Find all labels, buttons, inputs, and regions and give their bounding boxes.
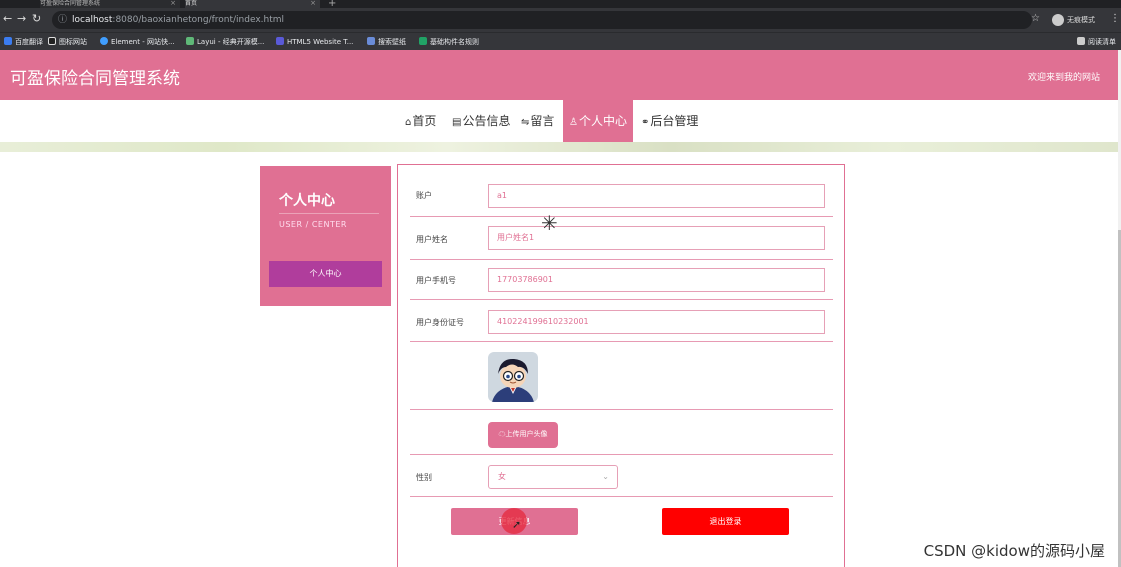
link-icon: ⚭: [641, 117, 650, 128]
url-host: localhost: [72, 15, 113, 25]
chevron-down-icon: ⌄: [602, 472, 609, 481]
banner-strip: [0, 142, 1118, 152]
bookmark-item[interactable]: Element - 网站快...: [100, 36, 175, 48]
forward-icon[interactable]: →: [17, 12, 26, 25]
home-icon: ⌂: [405, 117, 412, 128]
notice-icon: ▤: [452, 117, 462, 128]
menu-kebab-icon[interactable]: ⋮: [1110, 13, 1120, 24]
form-row-idcard: 用户身份证号 410224199610232001: [410, 300, 833, 342]
sidebar-subtitle: USER / CENTER: [279, 220, 347, 229]
url-path: :8080/baoxianhetong/front/index.html: [112, 15, 285, 25]
gender-label: 性别: [416, 473, 432, 482]
bookmark-item[interactable]: 图标网站: [48, 36, 87, 48]
phone-input[interactable]: 17703786901: [488, 268, 825, 292]
bookmarks-bar: 百度翻译 图标网站 Element - 网站快... Layui - 经典开源模…: [0, 32, 1121, 50]
reading-list[interactable]: 阅读清单: [1077, 36, 1116, 48]
cloud-upload-icon: ☁: [498, 431, 506, 438]
bookmark-item[interactable]: 百度翻译: [4, 36, 43, 48]
welcome-text: 欢迎来到我的网站: [1027, 73, 1100, 83]
avatar-icon: [1052, 14, 1064, 26]
phone-label: 用户手机号: [416, 276, 456, 285]
nav-home[interactable]: ⌂首页: [405, 100, 436, 142]
profile-form-card: 账户 a1 用户姓名 用户姓名1 用户手机号 17703786901 用户身份证…: [397, 164, 845, 567]
idcard-label: 用户身份证号: [416, 318, 464, 327]
bookmark-star-icon[interactable]: ☆: [1031, 13, 1040, 24]
nav-admin[interactable]: ⚭后台管理: [641, 100, 698, 142]
form-row-username: 用户姓名 用户姓名1: [410, 217, 833, 260]
gender-select[interactable]: 女 ⌄: [488, 465, 618, 489]
info-icon: ⓘ: [58, 15, 68, 25]
sidebar-item-personal-center[interactable]: 个人中心: [269, 261, 382, 287]
logout-button[interactable]: 退出登录: [662, 508, 789, 535]
bookmark-item[interactable]: Layui - 经典开源模...: [186, 36, 264, 48]
nav-messages[interactable]: ⇋留言: [521, 100, 554, 142]
url-field[interactable]: ⓘ localhost:8080/baoxianhetong/front/inde…: [52, 11, 1032, 29]
mouse-cursor-icon: ➚: [512, 518, 522, 531]
form-row-gender: 性别 女 ⌄: [410, 455, 833, 497]
tab-close-icon[interactable]: ×: [310, 0, 316, 7]
profile-label: 无痕模式: [1067, 16, 1095, 24]
idcard-input[interactable]: 410224199610232001: [488, 310, 825, 334]
bookmark-item[interactable]: 搜索壁纸: [367, 36, 406, 48]
main-nav: ⌂首页 ▤公告信息 ⇋留言 ♙个人中心 ⚭后台管理: [0, 100, 1118, 142]
browser-tab[interactable]: 可盈保险合同管理系统 ×: [40, 0, 180, 8]
address-bar: ← → ↻ ⓘ localhost:8080/baoxianhetong/fron…: [0, 8, 1121, 32]
upload-avatar-button[interactable]: ☁上传用户头像: [488, 422, 558, 448]
bookmark-item[interactable]: HTML5 Website T...: [276, 36, 353, 48]
message-icon: ⇋: [521, 117, 530, 128]
user-avatar: [488, 352, 538, 402]
browser-tab-active[interactable]: 首页 ×: [185, 0, 320, 8]
reload-icon[interactable]: ↻: [32, 12, 41, 25]
form-row-account: 账户 a1: [410, 177, 833, 217]
username-input[interactable]: 用户姓名1: [488, 226, 825, 250]
site-header: 可盈保险合同管理系统 欢迎来到我的网站: [0, 50, 1118, 100]
form-row-phone: 用户手机号 17703786901: [410, 260, 833, 300]
account-label: 账户: [416, 191, 432, 200]
form-row-upload: ☁上传用户头像: [410, 410, 833, 455]
account-input[interactable]: a1: [488, 184, 825, 208]
nav-notices[interactable]: ▤公告信息: [452, 100, 510, 142]
nav-personal-center[interactable]: ♙个人中心: [563, 100, 633, 142]
site-title: 可盈保险合同管理系统: [10, 69, 180, 89]
tab-close-icon[interactable]: ×: [170, 0, 176, 7]
username-label: 用户姓名: [416, 235, 448, 244]
form-row-avatar: [410, 342, 833, 410]
profile-button[interactable]: 无痕模式: [1052, 12, 1095, 28]
back-icon[interactable]: ←: [3, 12, 12, 25]
tab-title: 首页: [185, 0, 198, 7]
sidebar-divider: [279, 213, 379, 214]
browser-tab-strip: 可盈保险合同管理系统 × 首页 × +: [0, 0, 1121, 9]
avatar-image: [488, 352, 538, 402]
sidebar-title: 个人中心: [279, 193, 335, 209]
user-icon: ♙: [569, 117, 578, 128]
loading-spinner-icon: ✳: [541, 211, 558, 235]
user-center-sidebar: 个人中心 USER / CENTER 个人中心: [260, 166, 391, 306]
bookmark-item[interactable]: 基础构件名规则: [419, 36, 479, 48]
tab-title: 可盈保险合同管理系统: [40, 0, 101, 7]
watermark: CSDN @kidow的源码小屋: [923, 542, 1105, 560]
